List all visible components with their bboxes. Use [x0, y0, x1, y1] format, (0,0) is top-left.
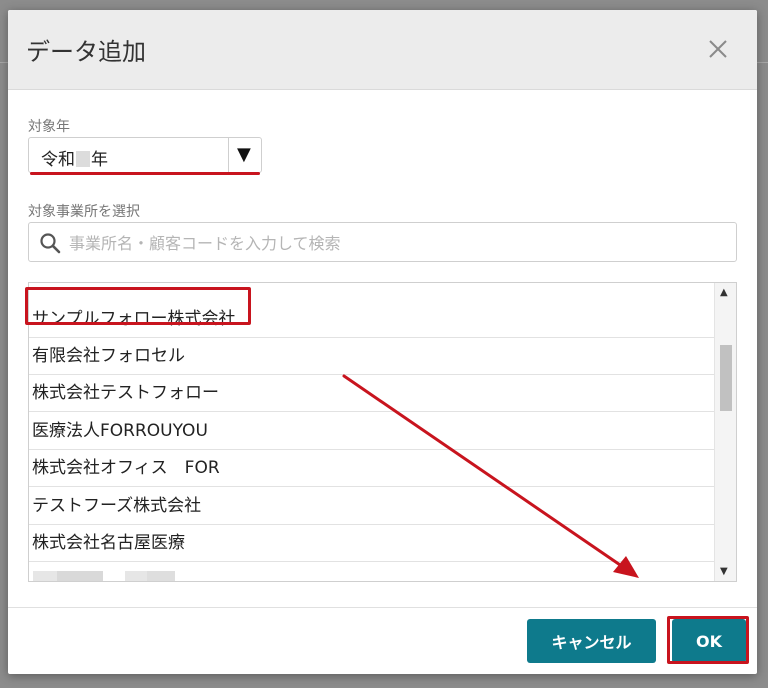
chevron-down-icon[interactable]: ▼ — [237, 144, 251, 165]
scroll-thumb[interactable] — [720, 345, 732, 411]
target-year-select[interactable]: 令和年 ▼ — [28, 137, 262, 173]
office-list: サンプルフォロー株式会社 有限会社フォロセル 株式会社テストフォロー 医療法人F… — [28, 282, 737, 582]
list-item-1[interactable]: 有限会社フォロセル — [29, 338, 715, 375]
year-era: 令和 — [41, 150, 75, 170]
list-item-2[interactable]: 株式会社テストフォロー — [29, 375, 715, 412]
scroll-up-icon[interactable]: ▲ — [720, 287, 728, 298]
list-item-6[interactable]: 株式会社名古屋医療 — [29, 525, 715, 562]
dialog-title: データ追加 — [26, 38, 146, 66]
search-icon — [40, 233, 61, 254]
close-icon[interactable] — [705, 36, 731, 62]
year-suffix: 年 — [91, 150, 108, 170]
target-year-value: 令和年 — [41, 145, 108, 170]
list-scrollbar[interactable]: ▲ ▼ — [714, 283, 736, 581]
annotation-underline — [30, 172, 260, 175]
office-search-input[interactable] — [67, 229, 721, 257]
annotation-highlight-first-item — [25, 287, 251, 325]
annotation-highlight-ok — [667, 616, 749, 664]
target-year-label: 対象年 — [28, 119, 70, 135]
cancel-button[interactable]: キャンセル — [527, 619, 656, 663]
add-data-dialog: データ追加 対象年 令和年 ▼ 対象事業所を選択 サンプルフォロー株式会社 有限… — [8, 10, 757, 674]
target-office-label: 対象事業所を選択 — [28, 204, 140, 220]
dialog-header: データ追加 — [8, 10, 757, 90]
redacted-year-number — [76, 151, 90, 167]
list-item-3[interactable]: 医療法人FORROUYOU — [29, 413, 715, 450]
scroll-down-icon[interactable]: ▼ — [720, 566, 728, 577]
office-search-box[interactable] — [28, 222, 737, 262]
list-item-5[interactable]: テストフーズ株式会社 — [29, 488, 715, 525]
footer-divider — [8, 607, 757, 608]
list-item-redacted[interactable] — [29, 563, 715, 581]
list-item-4[interactable]: 株式会社オフィス FOR — [29, 450, 715, 487]
select-divider — [228, 138, 229, 172]
